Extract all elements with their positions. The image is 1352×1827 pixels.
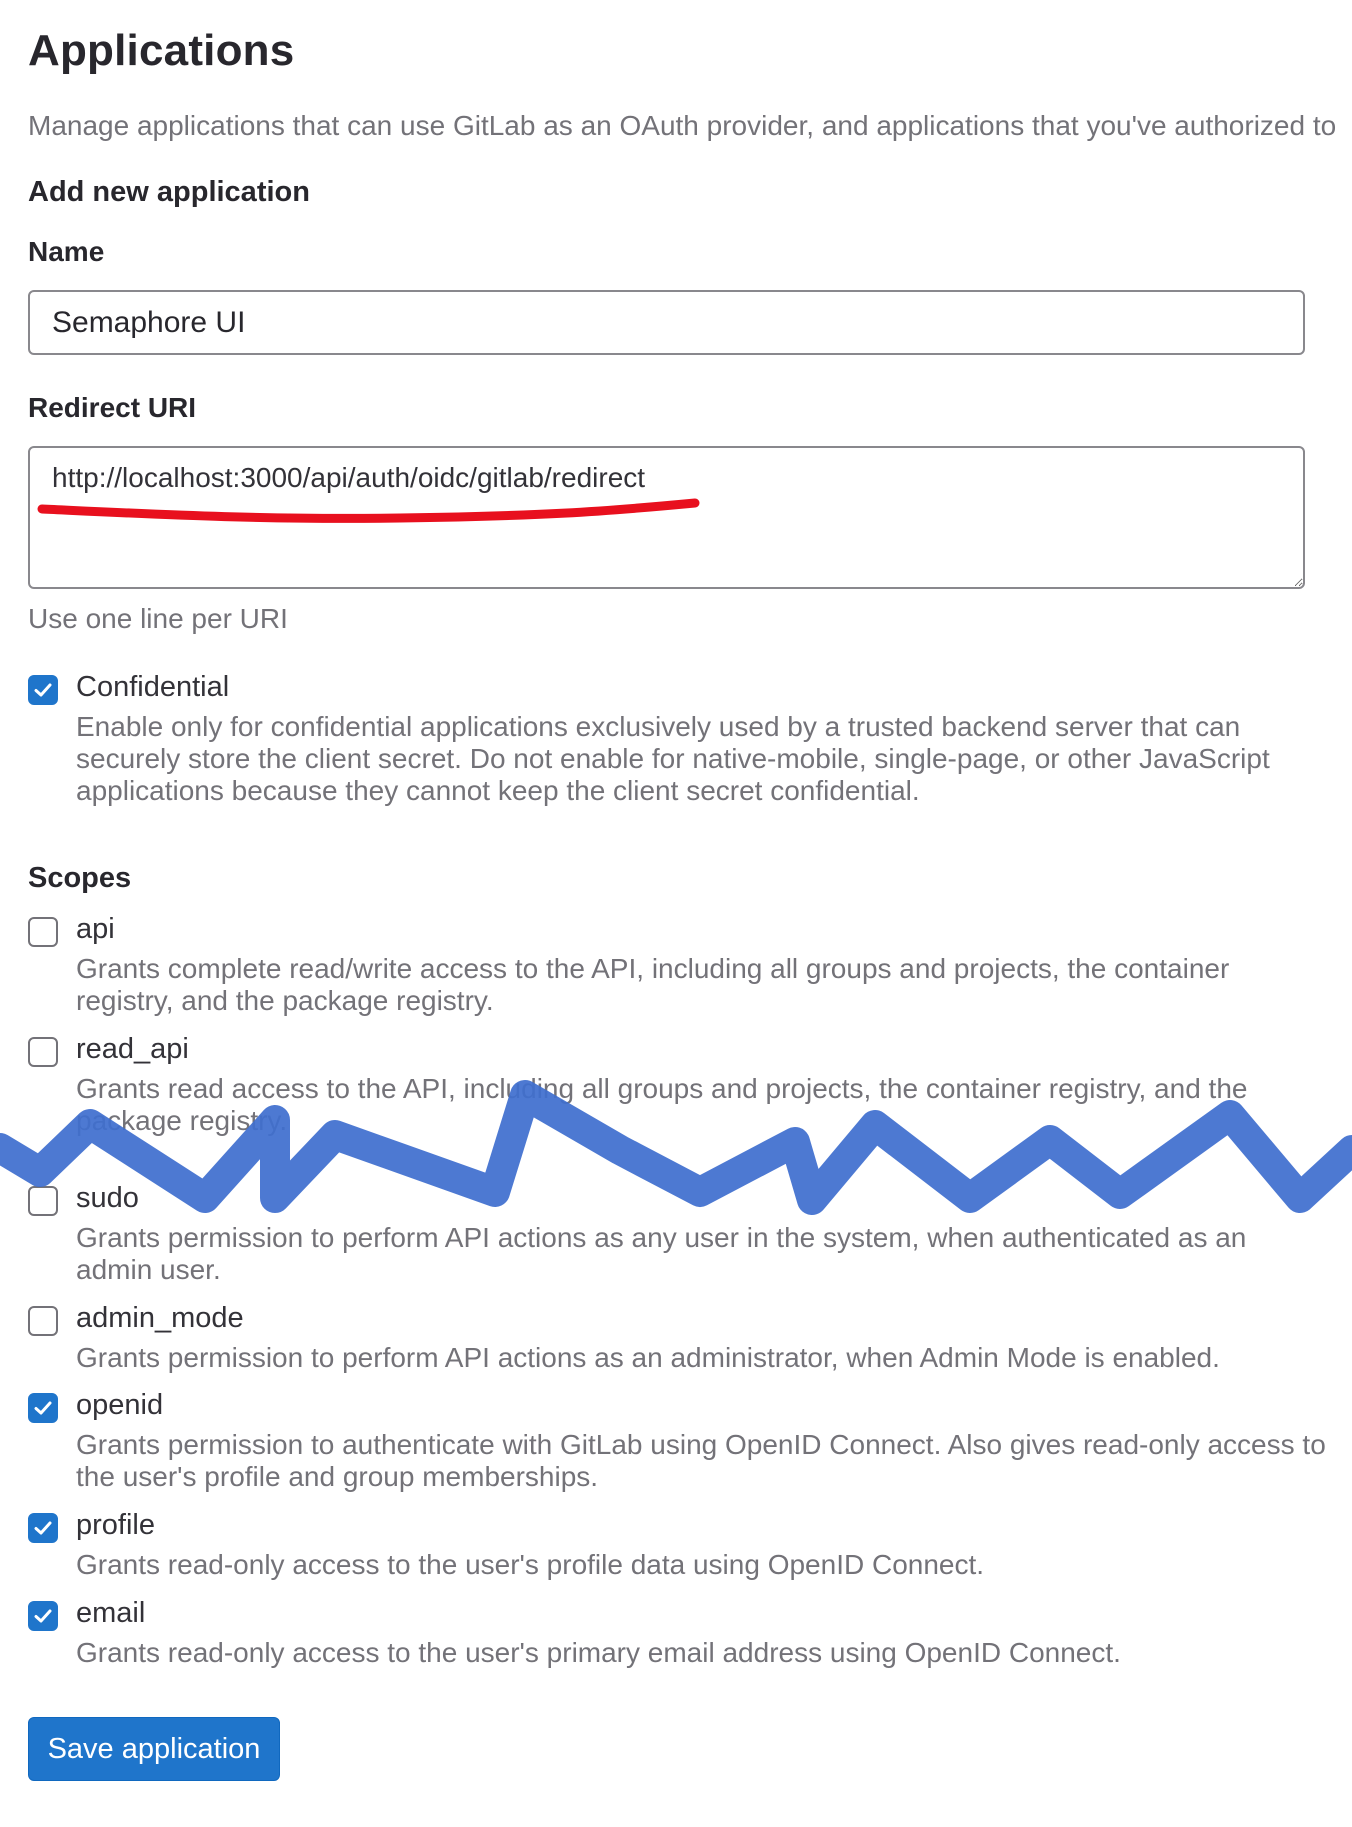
save-application-button[interactable]: Save application	[28, 1717, 280, 1781]
redirect-uri-textarea[interactable]: http://localhost:3000/api/auth/oidc/gitl…	[28, 446, 1305, 589]
scope-profile-checkbox[interactable]	[28, 1513, 58, 1543]
scope-read-api-description: Grants read access to the API, including…	[76, 1073, 1248, 1136]
confidential-description: Enable only for confidential application…	[76, 711, 1270, 806]
name-input[interactable]	[28, 290, 1305, 355]
scope-admin-mode-label: admin_mode	[76, 1302, 244, 1334]
scope-sudo-checkbox[interactable]	[28, 1186, 58, 1216]
scope-admin-mode-checkbox[interactable]	[28, 1306, 58, 1336]
scope-read-api-label: read_api	[76, 1033, 189, 1065]
confidential-checkbox[interactable]	[28, 675, 58, 705]
page-title: Applications	[28, 26, 295, 75]
checkmark-icon	[34, 1401, 52, 1415]
scope-api-checkbox[interactable]	[28, 917, 58, 947]
scope-profile-label: profile	[76, 1509, 155, 1541]
scope-sudo-description: Grants permission to perform API actions…	[76, 1222, 1247, 1285]
scope-api-label: api	[76, 913, 115, 945]
redirect-uri-label: Redirect URI	[28, 392, 197, 423]
redirect-uri-help: Use one line per URI	[28, 603, 288, 634]
name-label: Name	[28, 236, 105, 267]
add-application-heading: Add new application	[28, 176, 310, 208]
checkmark-icon	[34, 1609, 52, 1623]
scope-profile-description: Grants read-only access to the user's pr…	[76, 1549, 985, 1580]
scope-openid-checkbox[interactable]	[28, 1393, 58, 1423]
page-description: Manage applications that can use GitLab …	[28, 110, 1337, 141]
scope-email-description: Grants read-only access to the user's pr…	[76, 1637, 1121, 1668]
scopes-heading: Scopes	[28, 862, 132, 894]
scope-sudo-label: sudo	[76, 1182, 139, 1214]
checkmark-icon	[34, 683, 52, 697]
scope-api-description: Grants complete read/write access to the…	[76, 953, 1230, 1016]
scope-openid-label: openid	[76, 1389, 164, 1421]
confidential-label: Confidential	[76, 671, 230, 703]
scope-admin-mode-description: Grants permission to perform API actions…	[76, 1342, 1220, 1373]
scope-email-checkbox[interactable]	[28, 1601, 58, 1631]
scope-openid-description: Grants permission to authenticate with G…	[76, 1429, 1326, 1492]
scope-email-label: email	[76, 1597, 146, 1629]
checkmark-icon	[34, 1521, 52, 1535]
scope-read-api-checkbox[interactable]	[28, 1037, 58, 1067]
